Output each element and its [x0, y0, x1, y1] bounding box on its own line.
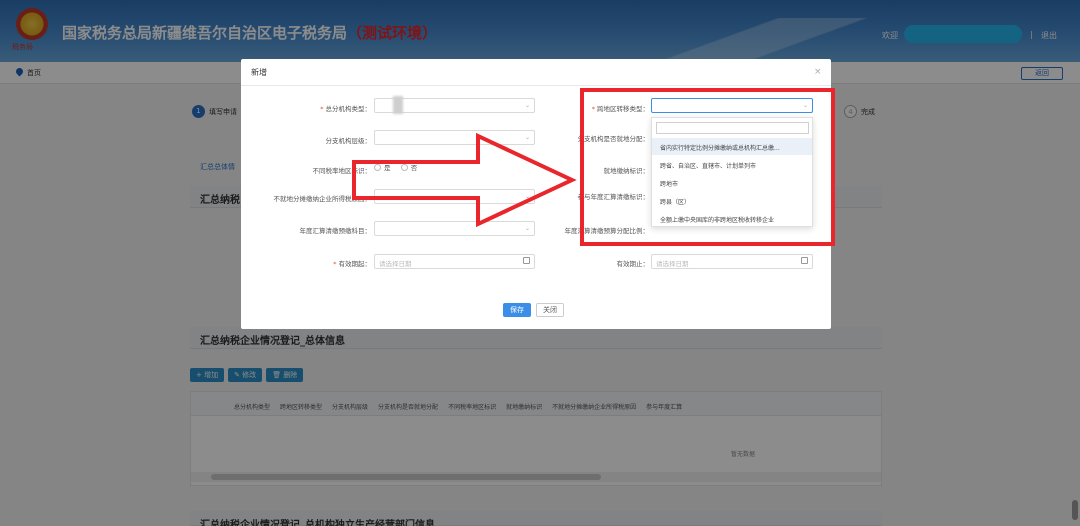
label-zfjglx-text: 总分机构类型： [325, 105, 372, 113]
annotation-highlight-box [580, 88, 835, 246]
save-button[interactable]: 保存 [503, 303, 531, 317]
annotation-arrow-icon [352, 132, 577, 228]
chevron-down-icon: ⌄ [524, 102, 530, 109]
dialog-title: 新增 [251, 68, 267, 77]
vertical-scrollbar[interactable] [1072, 500, 1078, 520]
date-yxqz[interactable]: 请选择日期 [651, 254, 813, 269]
redacted-value [393, 96, 403, 114]
date-yxqq[interactable]: 请选择日期 [374, 254, 535, 269]
label-yxqq-text: 有效期起： [338, 260, 372, 268]
calendar-icon [801, 257, 808, 264]
label-zfjglx: * 总分机构类型： [320, 105, 372, 113]
date-yxqq-placeholder: 请选择日期 [379, 260, 412, 268]
dialog-divider [241, 85, 831, 86]
close-icon[interactable]: × [814, 67, 822, 77]
label-yxqz: 有效期止： [616, 260, 650, 268]
label-yxqq: * 有效期起： [333, 260, 372, 268]
calendar-icon [523, 257, 530, 264]
cancel-button[interactable]: 关闭 [536, 303, 564, 317]
date-yxqz-placeholder: 请选择日期 [656, 260, 689, 268]
